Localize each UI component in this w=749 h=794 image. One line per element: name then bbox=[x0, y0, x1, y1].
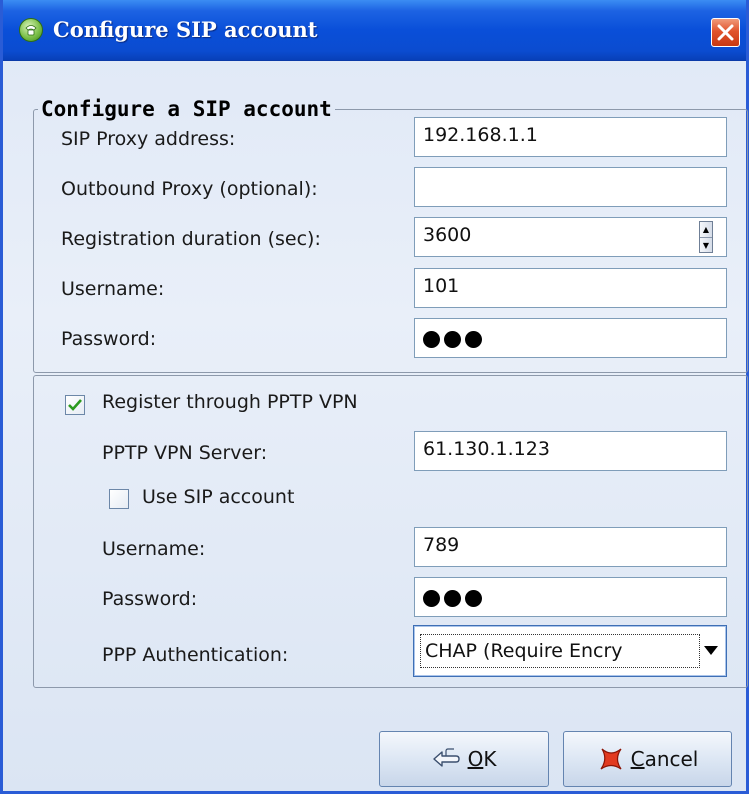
title-bar[interactable]: Configure SIP account bbox=[3, 0, 746, 61]
cancel-button[interactable]: Cancel bbox=[563, 731, 732, 787]
proxy-address-label: SIP Proxy address: bbox=[61, 128, 236, 150]
ppp-auth-select[interactable]: CHAP (Require Encry bbox=[413, 625, 727, 677]
phone-icon bbox=[19, 18, 43, 42]
ppp-auth-label: PPP Authentication: bbox=[102, 644, 289, 666]
vpn-server-label: PPTP VPN Server: bbox=[102, 442, 268, 464]
use-sip-account-label[interactable]: Use SIP account bbox=[142, 486, 294, 508]
ok-button[interactable]: OK bbox=[379, 731, 549, 787]
spinner-buttons[interactable]: ▲ ▼ bbox=[699, 221, 713, 253]
close-button[interactable] bbox=[711, 18, 740, 47]
password-mask bbox=[423, 590, 482, 607]
sip-password-input[interactable] bbox=[414, 318, 727, 358]
vpn-username-label: Username: bbox=[102, 538, 206, 560]
sip-username-label: Username: bbox=[61, 278, 165, 300]
proxy-address-input[interactable]: 192.168.1.1 bbox=[414, 117, 727, 157]
spin-up-icon[interactable]: ▲ bbox=[700, 222, 712, 237]
hand-point-icon bbox=[432, 748, 460, 767]
red-x-icon bbox=[600, 748, 622, 770]
spin-down-icon[interactable]: ▼ bbox=[700, 237, 712, 253]
vpn-password-label: Password: bbox=[102, 588, 198, 610]
registration-duration-spinner[interactable]: 3600 ▲ ▼ bbox=[414, 217, 727, 257]
use-sip-account-checkbox[interactable] bbox=[109, 489, 129, 509]
vpn-username-input[interactable]: 789 bbox=[414, 527, 727, 567]
ok-label: OK bbox=[467, 747, 497, 771]
registration-duration-label: Registration duration (sec): bbox=[61, 228, 321, 250]
ppp-auth-value: CHAP (Require Encry bbox=[420, 634, 700, 668]
outbound-proxy-input[interactable] bbox=[414, 167, 727, 207]
chevron-down-icon[interactable] bbox=[704, 646, 718, 656]
sip-username-input[interactable]: 101 bbox=[414, 268, 727, 308]
sip-group-legend: Configure a SIP account bbox=[41, 97, 332, 121]
checkmark-icon bbox=[68, 399, 82, 411]
sip-password-label: Password: bbox=[61, 328, 157, 350]
vpn-server-input[interactable]: 61.130.1.123 bbox=[414, 431, 727, 471]
register-vpn-checkbox[interactable] bbox=[65, 395, 85, 415]
dialog-window: Configure SIP account Configure a SIP ac… bbox=[0, 0, 749, 794]
password-mask bbox=[423, 331, 482, 348]
cancel-label: Cancel bbox=[630, 747, 699, 771]
register-vpn-label[interactable]: Register through PPTP VPN bbox=[102, 391, 358, 413]
vpn-password-input[interactable] bbox=[414, 577, 727, 617]
registration-duration-value: 3600 bbox=[423, 224, 472, 246]
outbound-proxy-label: Outbound Proxy (optional): bbox=[61, 178, 318, 200]
close-icon bbox=[717, 24, 734, 41]
window-title: Configure SIP account bbox=[53, 17, 318, 42]
